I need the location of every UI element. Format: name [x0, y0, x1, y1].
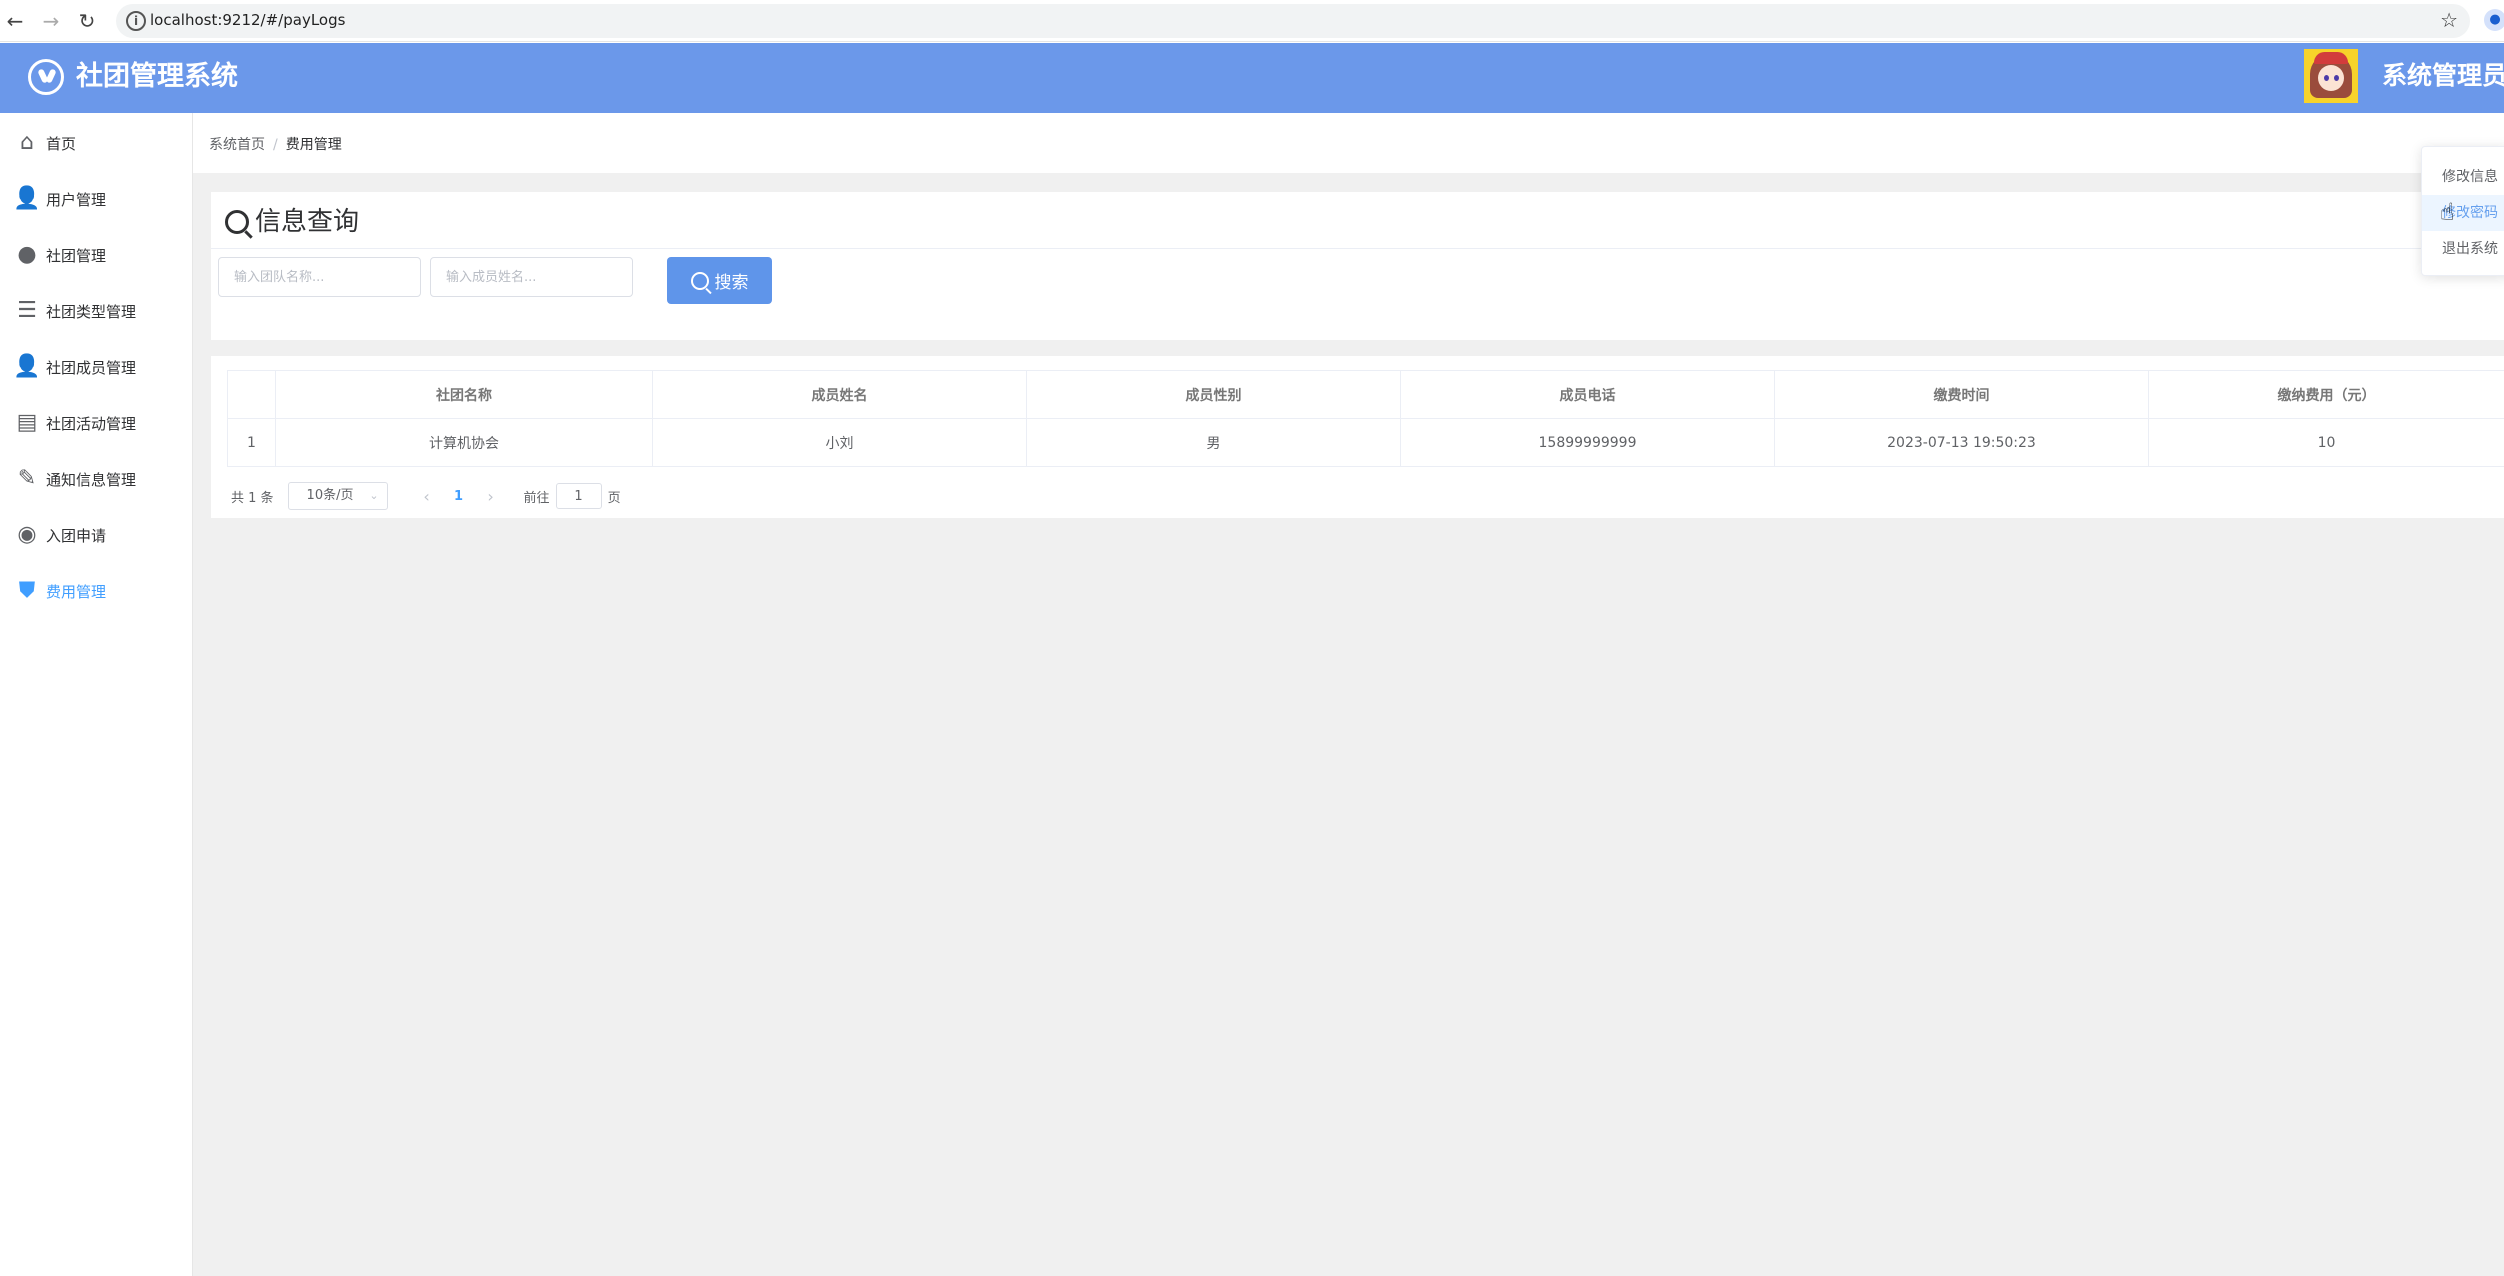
breadcrumb-current: 费用管理 [285, 137, 342, 153]
chevron-down-icon: ⌄ [369, 489, 379, 502]
column-header[interactable]: 成员电话 [1400, 370, 1775, 419]
search-button[interactable]: 搜索 [667, 257, 772, 304]
sidebar-item-label: 社团活动管理 [46, 414, 137, 433]
sidebar-item-label: 入团申请 [46, 526, 107, 545]
table-cell: 小刘 [652, 418, 1027, 467]
breadcrumb: 系统首页 / 费用管理 [209, 134, 342, 154]
fee-table: 社团名称 成员姓名 成员性别 成员电话 缴费时间 缴纳费用（元） 1 计算机协会… [227, 370, 2504, 467]
column-header[interactable]: 成员姓名 [652, 370, 1027, 419]
forward-icon[interactable]: → [38, 8, 64, 34]
app-header: 社团管理系统 [0, 43, 2504, 113]
sidebar-item-clubs[interactable]: ● 社团管理 [0, 227, 192, 283]
app-title: 社团管理系统 [76, 61, 238, 92]
goto-page-input[interactable] [555, 483, 602, 509]
query-title-text: 信息查询 [255, 207, 360, 237]
user-dropdown-menu: 修改信息 修改密码 退出系统 [2421, 146, 2504, 276]
table-cell: 2023-07-13 19:50:23 [1774, 418, 2149, 467]
sidebar-item-applications[interactable]: ◉ 入团申请 [0, 507, 192, 563]
page-size-value: 10条/页 [306, 488, 354, 503]
address-url[interactable]: localhost:9212/#/payLogs [150, 11, 345, 29]
sidebar-item-fees[interactable]: ⛊ 费用管理 [0, 563, 192, 619]
table-cell: 1 [227, 418, 276, 467]
search-button-label: 搜索 [714, 273, 749, 293]
column-header[interactable]: 成员性别 [1026, 370, 1401, 419]
bookmark-star-icon[interactable]: ☆ [2440, 8, 2458, 32]
user-icon: 👤 [13, 186, 41, 211]
table-panel: 社团名称 成员姓名 成员性别 成员电话 缴费时间 缴纳费用（元） 1 计算机协会… [211, 356, 2504, 518]
sidebar-item-label: 费用管理 [46, 582, 107, 601]
pagination: 共 1 条 10条/页 ⌄ ‹ 1 › 前往 页 [231, 482, 621, 510]
breadcrumb-separator: / [273, 137, 278, 153]
browser-toolbar: ← → ↻ i localhost:9212/#/payLogs ☆ ● [0, 0, 2504, 42]
table-cell: 男 [1026, 418, 1401, 467]
reload-icon[interactable]: ↻ [74, 8, 100, 34]
table-cell: 15899999999 [1400, 418, 1775, 467]
list-icon: ☰ [17, 298, 37, 323]
sidebar-item-users[interactable]: 👤 用户管理 [0, 171, 192, 227]
dropdown-item-logout[interactable]: 退出系统 [2422, 231, 2504, 267]
table-header-row: 社团名称 成员姓名 成员性别 成员电话 缴费时间 缴纳费用（元） [227, 370, 2504, 419]
sidebar-item-label: 用户管理 [46, 190, 107, 209]
back-icon[interactable]: ← [2, 8, 28, 34]
search-icon [690, 271, 709, 290]
column-header [227, 370, 276, 419]
sidebar-item-label: 首页 [46, 134, 77, 153]
sidebar-item-members[interactable]: 👤 社团成员管理 [0, 339, 192, 395]
next-page-icon[interactable]: › [476, 487, 506, 506]
sidebar-item-activities[interactable]: ▤ 社团活动管理 [0, 395, 192, 451]
table-cell: 10 [2148, 418, 2504, 467]
column-header[interactable]: 缴纳费用（元） [2148, 370, 2504, 419]
pagination-total: 共 1 条 [231, 490, 274, 506]
query-panel: 信息查询 搜索 [211, 192, 2504, 340]
page-size-select[interactable]: 10条/页 ⌄ [287, 482, 388, 510]
sidebar: ⌂ 首页 👤 用户管理 ● 社团管理 ☰ 社团类型管理 👤 社团成员管理 ▤ 社… [0, 113, 193, 1276]
logo-icon [28, 59, 64, 95]
member-name-input[interactable] [430, 257, 633, 297]
apply-icon: ◉ [17, 522, 37, 547]
query-title: 信息查询 [225, 204, 359, 240]
document-icon: ▤ [16, 410, 38, 435]
main-content: 系统首页 / 费用管理 信息查询 搜索 社团名称 成员姓名 成员性别 [193, 113, 2504, 1276]
search-icon [225, 210, 249, 234]
breadcrumb-bar: 系统首页 / 费用管理 [193, 113, 2504, 173]
sidebar-item-label: 社团管理 [46, 246, 107, 265]
table-row[interactable]: 1 计算机协会 小刘 男 15899999999 2023-07-13 19:5… [227, 418, 2504, 467]
profile-icon[interactable]: ● [2484, 9, 2504, 31]
sidebar-item-club-types[interactable]: ☰ 社团类型管理 [0, 283, 192, 339]
table-cell: 计算机协会 [275, 418, 653, 467]
divider [211, 248, 2504, 249]
goto-label: 前往 [523, 490, 550, 506]
sidebar-item-label: 通知信息管理 [46, 470, 137, 489]
team-name-input[interactable] [218, 257, 421, 297]
drop-icon: ● [17, 242, 37, 267]
member-icon: 👤 [13, 354, 41, 379]
sidebar-item-notices[interactable]: ✎ 通知信息管理 [0, 451, 192, 507]
fee-icon: ⛊ [18, 578, 36, 603]
sidebar-item-label: 社团类型管理 [46, 302, 137, 321]
page-suffix: 页 [607, 490, 621, 506]
column-header[interactable]: 缴费时间 [1774, 370, 2149, 419]
page-number[interactable]: 1 [442, 489, 476, 504]
breadcrumb-home[interactable]: 系统首页 [209, 137, 265, 153]
sidebar-item-label: 社团成员管理 [46, 358, 137, 377]
prev-page-icon[interactable]: ‹ [412, 487, 442, 506]
user-name[interactable]: 系统管理员 [2382, 60, 2504, 92]
dropdown-item-edit-info[interactable]: 修改信息 [2422, 159, 2504, 195]
home-icon: ⌂ [20, 130, 34, 155]
avatar[interactable] [2304, 49, 2358, 103]
site-info-icon[interactable]: i [126, 11, 146, 31]
column-header[interactable]: 社团名称 [275, 370, 653, 419]
edit-icon: ✎ [17, 466, 37, 491]
hand-cursor-icon: ☝ [2440, 198, 2455, 226]
dropdown-item-change-password[interactable]: 修改密码 [2422, 195, 2504, 231]
sidebar-item-home[interactable]: ⌂ 首页 [0, 115, 192, 171]
address-bar[interactable]: i localhost:9212/#/payLogs ☆ [116, 4, 2470, 38]
